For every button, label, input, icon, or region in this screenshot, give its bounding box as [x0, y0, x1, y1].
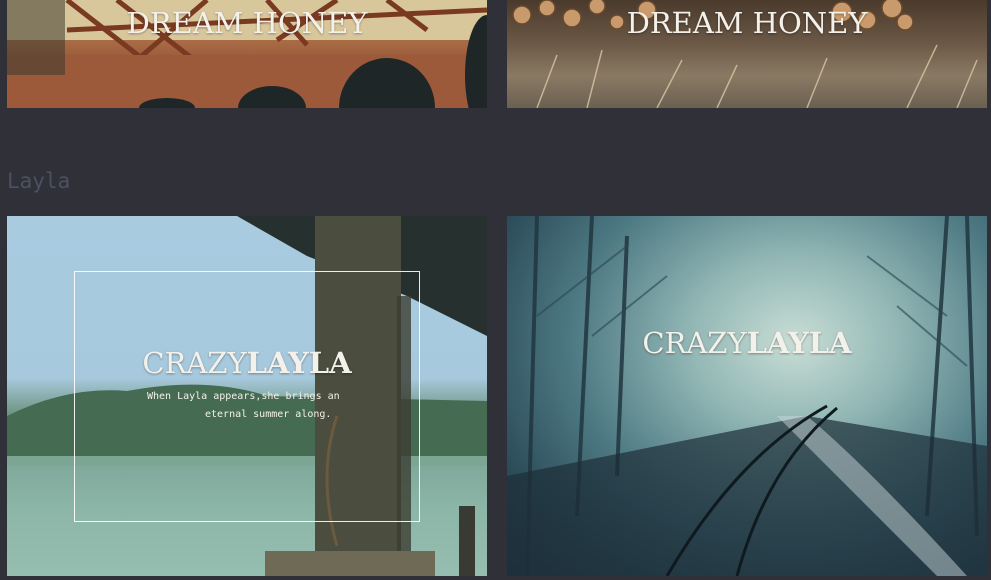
card-title: DREAM HONEY: [626, 6, 868, 40]
foggy-railway-image: [507, 216, 987, 576]
caption-line-1: When Layla appears,she brings an: [147, 391, 340, 402]
dry-grass: [536, 44, 978, 108]
card-title: DREAM HONEY: [126, 6, 368, 40]
title-bold: LAYLA: [246, 346, 352, 380]
title-bold: LAYLA: [746, 326, 852, 360]
title-light: CRAZY: [142, 346, 247, 380]
crazy-layla-card-rail[interactable]: CRAZYLAYLA: [507, 216, 987, 576]
card-caption: When Layla appears,she brings an eternal…: [147, 388, 347, 424]
caption-line-2: eternal summer along.: [205, 409, 332, 420]
title-light: CRAZY: [642, 326, 747, 360]
card-title: CRAZYLAYLA: [7, 346, 487, 380]
pier-deck: [265, 551, 435, 576]
card-title: CRAZYLAYLA: [507, 326, 987, 360]
dream-honey-card-bridge[interactable]: DREAM HONEY: [7, 0, 487, 108]
gallery-page: DREAM HONEY DREAM HONEY Layla CRAZYLAYLA…: [0, 0, 991, 580]
dream-honey-card-logs[interactable]: DREAM HONEY: [507, 0, 987, 108]
crazy-layla-card-lake[interactable]: CRAZYLAYLA When Layla appears,she brings…: [7, 216, 487, 576]
section-heading: Layla: [7, 169, 71, 193]
